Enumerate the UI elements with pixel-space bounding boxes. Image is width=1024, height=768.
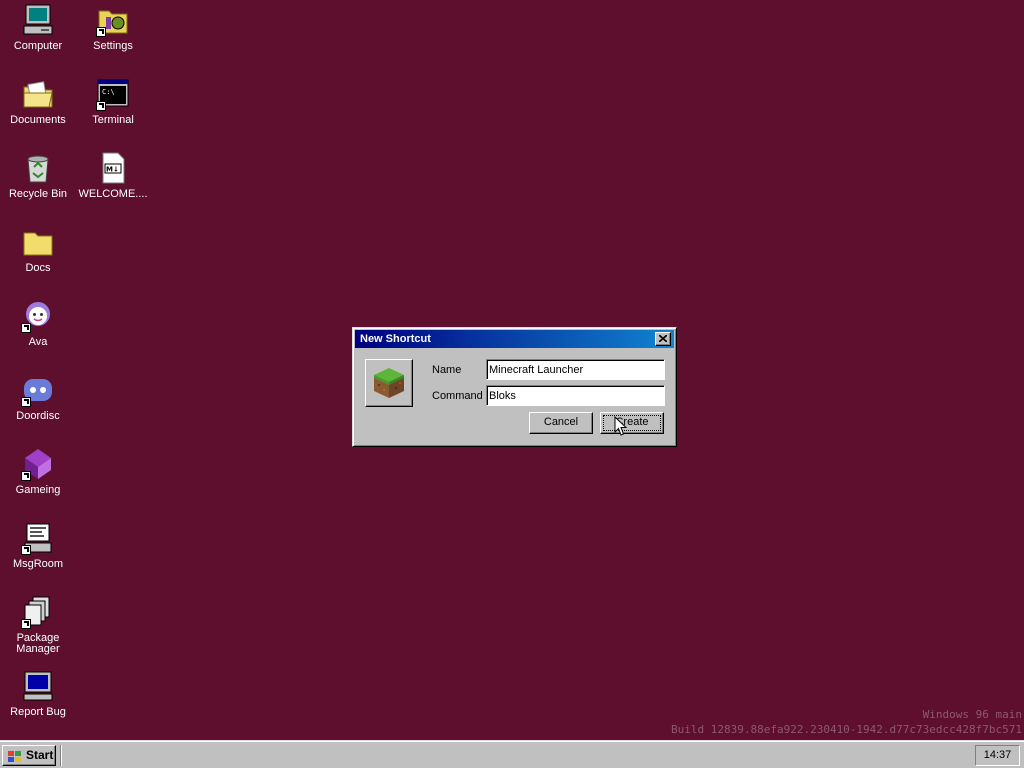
name-field[interactable] xyxy=(486,359,665,380)
desktop-icon-recycle-bin[interactable]: Recycle Bin xyxy=(1,151,75,200)
dialog-titlebar[interactable]: New Shortcut xyxy=(355,330,674,348)
desktop-icon-label: Docs xyxy=(25,262,51,274)
start-button[interactable]: Start xyxy=(2,745,56,766)
start-label: Start xyxy=(26,748,54,762)
svg-text:C:\: C:\ xyxy=(102,88,115,96)
folder-icon xyxy=(21,225,55,259)
new-shortcut-dialog: New Shortcut Name Command Cancel Create xyxy=(352,327,677,447)
desktop-icon-welcome[interactable]: M↓ WELCOME.... xyxy=(76,151,150,200)
start-logo-icon xyxy=(7,749,23,763)
shortcut-icon-picker[interactable] xyxy=(365,359,413,407)
shortcut-arrow-icon xyxy=(21,619,31,629)
desktop-icon-package-manager[interactable]: Package Manager xyxy=(1,595,75,655)
computer-icon xyxy=(21,3,55,37)
doordisc-icon xyxy=(21,373,55,407)
msgroom-icon xyxy=(21,521,55,555)
system-clock[interactable]: 14:37 xyxy=(975,745,1020,766)
desktop-icon-report-bug[interactable]: Report Bug xyxy=(1,669,75,718)
watermark-line-2: Build 12839.88efa922.230410-1942.d77c73e… xyxy=(671,723,1022,736)
taskbar-separator xyxy=(60,745,62,766)
desktop-icon-doordisc[interactable]: Doordisc xyxy=(1,373,75,422)
desktop-icon-label: Ava xyxy=(28,336,48,348)
watermark-line-1: Windows 96 main xyxy=(922,708,1022,721)
documents-folder-icon xyxy=(21,77,55,111)
create-button[interactable]: Create xyxy=(600,412,664,434)
shortcut-arrow-icon xyxy=(21,471,31,481)
desktop-icon-label: Package Manager xyxy=(16,632,60,655)
desktop-icon-msgroom[interactable]: MsgRoom xyxy=(1,521,75,570)
shortcut-arrow-icon xyxy=(96,27,106,37)
command-field[interactable] xyxy=(486,385,665,406)
desktop-icon-terminal[interactable]: C:\ Terminal xyxy=(76,77,150,126)
shortcut-arrow-icon xyxy=(96,101,106,111)
shortcut-arrow-icon xyxy=(21,323,31,333)
desktop-icon-docs[interactable]: Docs xyxy=(1,225,75,274)
desktop-icon-documents[interactable]: Documents xyxy=(1,77,75,126)
desktop-icon-label: MsgRoom xyxy=(12,558,64,570)
desktop-icon-label: WELCOME.... xyxy=(78,188,148,200)
terminal-icon: C:\ xyxy=(96,77,130,111)
command-label: Command xyxy=(432,390,483,402)
markdown-file-icon: M↓ xyxy=(96,151,130,185)
dialog-title: New Shortcut xyxy=(360,333,431,345)
desktop-icon-label: Doordisc xyxy=(16,410,60,422)
close-button[interactable] xyxy=(655,332,671,346)
svg-text:M↓: M↓ xyxy=(106,166,119,174)
settings-icon xyxy=(96,3,130,37)
shortcut-arrow-icon xyxy=(21,397,31,407)
cancel-button[interactable]: Cancel xyxy=(529,412,593,434)
grass-block-icon xyxy=(374,368,404,398)
desktop-icon-settings[interactable]: Settings xyxy=(76,3,150,52)
desktop-icon-gameing[interactable]: Gameing xyxy=(1,447,75,496)
build-watermark: Windows 96 main Build 12839.88efa922.2304… xyxy=(671,707,1022,737)
desktop-icon-label: Computer xyxy=(13,40,63,52)
package-manager-icon xyxy=(21,595,55,629)
recycle-bin-icon xyxy=(21,151,55,185)
desktop-icon-label: Documents xyxy=(10,114,66,126)
desktop-icon-ava[interactable]: Ava xyxy=(1,299,75,348)
desktop-icon-label: Terminal xyxy=(92,114,134,126)
mouse-cursor-icon xyxy=(614,416,628,436)
desktop-icon-computer[interactable]: Computer xyxy=(1,3,75,52)
shortcut-arrow-icon xyxy=(21,545,31,555)
close-icon xyxy=(659,335,667,342)
taskbar: Start 14:37 xyxy=(0,740,1024,768)
desktop-icon-label: Recycle Bin xyxy=(8,188,68,200)
desktop-icon-label: Settings xyxy=(93,40,133,52)
report-bug-icon xyxy=(21,669,55,703)
desktop-icon-label: Report Bug xyxy=(10,706,66,718)
ava-icon xyxy=(21,299,55,333)
desktop-icon-label: Gameing xyxy=(15,484,61,496)
name-label: Name xyxy=(432,364,462,376)
gameing-icon xyxy=(21,447,55,481)
